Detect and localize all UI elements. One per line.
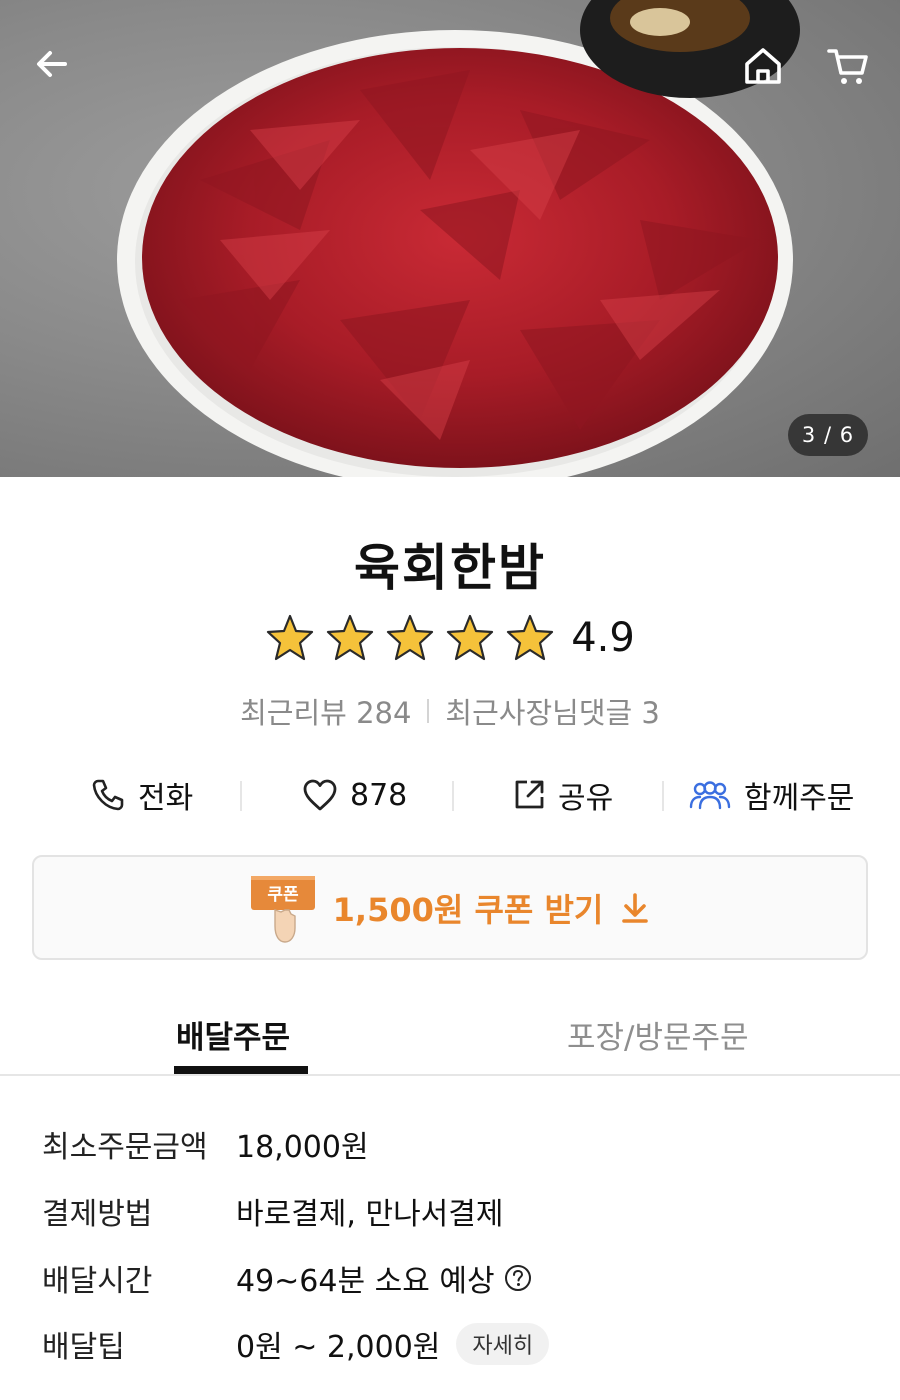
image-pager-indicator: 3 / 6	[788, 414, 868, 456]
tab-pickup[interactable]: 포장/방문주문	[567, 1012, 749, 1057]
coupon-badge-text: 쿠폰	[267, 885, 299, 905]
delivery-tip-detail-button[interactable]: 자세히	[456, 1323, 550, 1365]
heart-icon	[303, 779, 337, 811]
delivery-tip-label: 배달팁	[42, 1330, 125, 1365]
like-button[interactable]: 878	[302, 763, 407, 827]
cart-button[interactable]	[818, 36, 878, 96]
coupon-label: 1,500원 쿠폰 받기	[332, 890, 604, 929]
rating-value: 4.9	[571, 615, 635, 661]
payment-value: 바로결제, 만나서결제	[236, 1197, 504, 1232]
like-count: 878	[350, 777, 408, 813]
question-circle-icon	[504, 1265, 531, 1291]
delivery-time-value: 49~64분 소요 예상	[236, 1264, 495, 1299]
share-label: 공유	[558, 781, 614, 816]
delivery-tip-row: 배달팁 0원 ~ 2,000원 자세히	[42, 1322, 550, 1366]
store-name: 육회한밤	[354, 539, 546, 597]
divider	[240, 781, 242, 811]
payment-row: 결제방법 바로결제, 만나서결제	[42, 1189, 503, 1233]
phone-icon	[92, 779, 124, 811]
min-order-label: 최소주문금액	[42, 1130, 208, 1165]
star-icon	[447, 614, 494, 661]
home-button[interactable]	[733, 36, 793, 96]
min-order-value: 18,000원	[236, 1130, 369, 1165]
payment-label: 결제방법	[42, 1197, 153, 1232]
store-hero-image[interactable]: 3 / 6	[0, 0, 900, 477]
coupon-sign-icon: 쿠폰	[250, 875, 315, 943]
divider	[662, 781, 664, 811]
order-type-tabs: 배달주문 포장/방문주문	[0, 1000, 900, 1076]
group-people-icon	[689, 781, 731, 810]
call-label: 전화	[138, 781, 194, 816]
coupon-download-button[interactable]: 쿠폰 1,500원 쿠폰 받기	[32, 855, 868, 960]
star-icon	[387, 614, 434, 661]
back-button[interactable]	[22, 34, 82, 94]
cart-icon	[827, 49, 868, 84]
delivery-time-value-wrap: 49~64분 소요 예상	[236, 1256, 533, 1300]
divider	[452, 781, 454, 811]
delivery-time-row: 배달시간 49~64분 소요 예상	[42, 1256, 533, 1300]
delivery-time-label: 배달시간	[42, 1264, 153, 1299]
min-order-row: 최소주문금액 18,000원	[42, 1122, 369, 1166]
star-icon	[327, 614, 374, 661]
share-button[interactable]: 공유	[512, 763, 613, 827]
divider	[427, 699, 430, 723]
tab-delivery[interactable]: 배달주문	[176, 1012, 290, 1057]
store-action-bar: 전화 878 공유 함께주문	[0, 763, 900, 827]
recent-reviews-link[interactable]: 최근리뷰 284	[240, 690, 411, 732]
rating-row[interactable]: 4.9	[0, 613, 900, 663]
star-icon	[507, 614, 554, 661]
group-order-label: 함께주문	[744, 781, 855, 816]
review-summary[interactable]: 최근리뷰 284 최근사장님댓글 3	[0, 690, 900, 732]
star-icon	[267, 614, 314, 661]
owner-comments-link[interactable]: 최근사장님댓글 3	[445, 690, 659, 732]
help-button[interactable]	[503, 1263, 533, 1293]
group-order-button[interactable]: 함께주문	[688, 763, 854, 827]
active-tab-indicator	[174, 1066, 308, 1074]
delivery-tip-value-wrap: 0원 ~ 2,000원 자세히	[236, 1322, 550, 1366]
delivery-tip-value: 0원 ~ 2,000원	[236, 1330, 441, 1365]
back-arrow-icon	[37, 51, 67, 77]
download-arrow-icon	[622, 892, 649, 923]
home-icon	[745, 48, 781, 84]
call-button[interactable]: 전화	[90, 763, 193, 827]
share-icon	[515, 780, 544, 809]
